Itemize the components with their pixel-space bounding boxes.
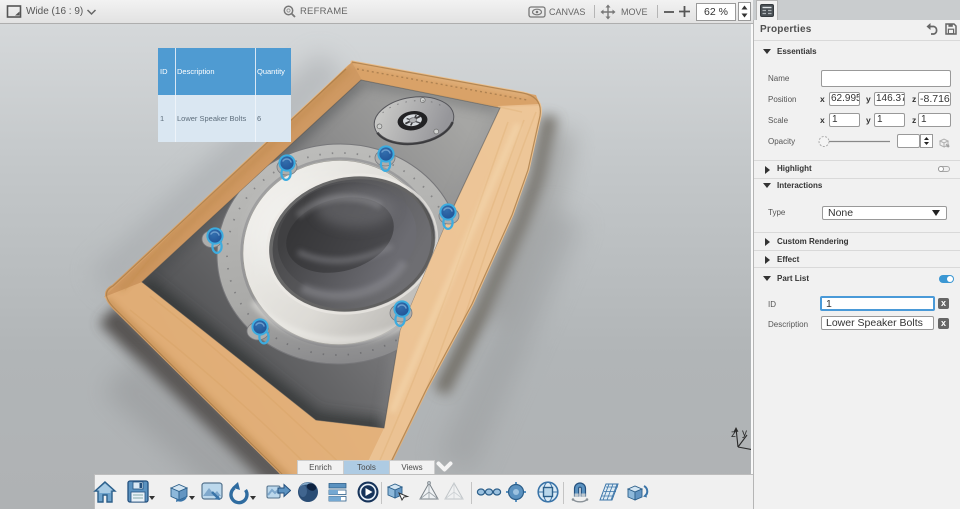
svg-text:y: y xyxy=(742,428,747,439)
svg-text:z: z xyxy=(731,429,736,440)
